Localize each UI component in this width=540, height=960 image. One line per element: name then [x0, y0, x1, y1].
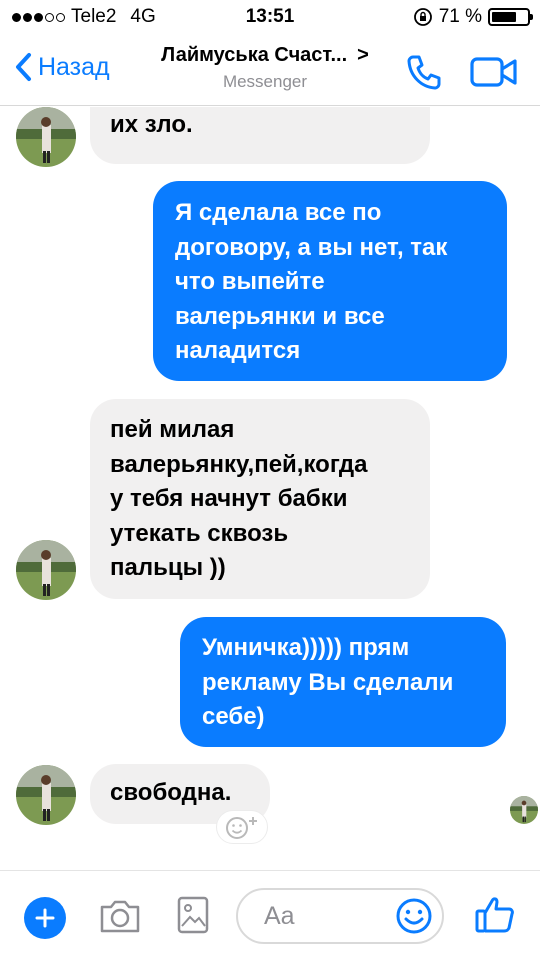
- message-input-placeholder: Aa: [264, 902, 295, 930]
- plus-icon: [35, 908, 55, 928]
- message-text: свободна.: [110, 779, 232, 806]
- message-line: пальцы )): [110, 554, 226, 582]
- message-input[interactable]: Aa: [236, 888, 444, 944]
- message-line: валерьянку,пей,когда: [110, 450, 368, 478]
- message-line: валерьянки и все: [175, 302, 385, 330]
- message-line: рекламу Вы сделали: [202, 668, 454, 696]
- avatar[interactable]: [16, 107, 76, 167]
- avatar[interactable]: [16, 540, 76, 600]
- message-line: себе): [202, 703, 265, 731]
- gallery-icon[interactable]: [176, 895, 210, 935]
- battery-percent: 71 %: [438, 6, 482, 27]
- message-line: что выпейте: [175, 268, 325, 296]
- conversation-header: Назад Лаймуська Счаст... > Messenger: [0, 36, 540, 106]
- video-camera-icon[interactable]: [470, 56, 518, 88]
- status-bar: Tele2 4G 13:51 71 %: [0, 0, 540, 36]
- battery-icon: [488, 8, 533, 26]
- more-actions-button[interactable]: [24, 897, 66, 939]
- back-label: Назад: [38, 52, 110, 81]
- message-text: их зло.: [110, 111, 193, 138]
- emoji-add-icon: [226, 817, 257, 839]
- message-bubble-outgoing[interactable]: Я сделала все по договору, а вы нет, так…: [153, 181, 507, 381]
- phone-icon[interactable]: [404, 52, 444, 92]
- status-right: 71 %: [413, 6, 533, 28]
- message-line: у тебя начнут бабки: [110, 485, 348, 513]
- emoji-icon[interactable]: [394, 896, 434, 936]
- contact-name: Лаймуська Счаст...: [161, 44, 348, 66]
- camera-icon[interactable]: [98, 897, 142, 935]
- message-line: утекать сквозь: [110, 519, 289, 547]
- message-line: Я сделала все по: [175, 199, 382, 226]
- message-line: наладится: [175, 337, 301, 365]
- message-bubble-incoming[interactable]: их зло.: [90, 107, 430, 164]
- message-thread[interactable]: их зло. Я сделала все по договору, а вы …: [0, 107, 540, 870]
- back-button[interactable]: Назад: [14, 52, 110, 82]
- message-bubble-incoming[interactable]: пей милая валерьянку,пей,когда у тебя на…: [90, 399, 430, 599]
- composer-bar: Aa: [0, 870, 540, 960]
- avatar[interactable]: [16, 765, 76, 825]
- thumbs-up-icon[interactable]: [474, 893, 516, 935]
- message-line: Умничка))))) прям: [202, 634, 410, 661]
- add-reaction-button[interactable]: [216, 810, 268, 844]
- contact-title[interactable]: Лаймуська Счаст... > Messenger: [140, 44, 390, 92]
- orientation-lock-icon: [413, 8, 432, 26]
- read-receipt-avatar: [510, 796, 538, 824]
- message-line: договору, а вы нет, так: [175, 233, 448, 261]
- message-line: пей милая: [110, 416, 235, 443]
- contact-subtitle: Messenger: [222, 72, 308, 91]
- chevron-left-icon: [16, 53, 31, 81]
- message-bubble-outgoing[interactable]: Умничка))))) прям рекламу Вы сделали себ…: [180, 617, 506, 747]
- chevron-right-icon: >: [357, 44, 369, 66]
